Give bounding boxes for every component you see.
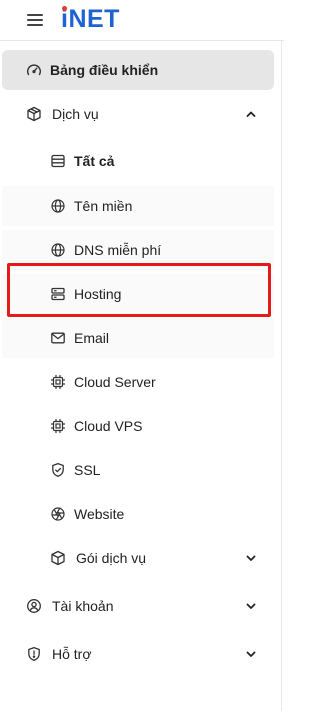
sidebar-item-label: Cloud Server [74, 374, 156, 390]
sidebar-item-label: Gói dịch vụ [76, 550, 147, 566]
aperture-icon [50, 506, 66, 522]
sidebar-item-label: Tên miền [74, 198, 133, 214]
chevron-down-icon[interactable] [244, 647, 258, 661]
sidebar-item-label: Hỗ trợ [52, 646, 92, 662]
user-circle-icon [26, 598, 42, 614]
sidebar-item-label: Tất cả [74, 153, 115, 169]
sidebar-subitem-cloud-vps[interactable]: Cloud VPS [2, 406, 274, 446]
logo-text: iNET [61, 4, 120, 33]
globe-icon [50, 198, 66, 214]
sidebar-item-dashboard[interactable]: Bảng điều khiển [2, 50, 274, 90]
sidebar-item-services[interactable]: Dịch vụ [2, 94, 274, 134]
logo-dot [62, 6, 67, 11]
header: iNET [0, 0, 284, 40]
globe-icon [50, 242, 66, 258]
sidebar-item-label: Bảng điều khiển [50, 62, 159, 78]
shield-alert-icon [26, 646, 42, 662]
sidebar-item-label: DNS miễn phí [74, 242, 162, 258]
sidebar-subitem-ssl[interactable]: SSL [2, 450, 274, 490]
hosting-highlight-box [7, 263, 271, 317]
cpu-icon [50, 418, 66, 434]
sidebar-item-account[interactable]: Tài khoản [2, 586, 274, 626]
header-divider [0, 40, 284, 41]
sidebar-subitem-email[interactable]: Email [2, 318, 274, 358]
hamburger-menu-icon[interactable] [27, 14, 43, 26]
sidebar-item-support[interactable]: Hỗ trợ [2, 634, 274, 674]
sidebar-subitem-domain[interactable]: Tên miền [2, 186, 274, 226]
box-icon [50, 550, 66, 566]
mail-icon [50, 330, 66, 346]
chevron-down-icon[interactable] [244, 599, 258, 613]
sidebar-item-label: Website [74, 506, 125, 522]
sidebar-subitem-cloud-server[interactable]: Cloud Server [2, 362, 274, 402]
box-icon [26, 106, 42, 122]
sidebar-subitem-website[interactable]: Website [2, 494, 274, 534]
sidebar-item-label: Dịch vụ [52, 106, 99, 122]
sidebar-item-label: Cloud VPS [74, 418, 143, 434]
sidebar-item-label: Email [74, 330, 110, 346]
sidebar-subitem-all[interactable]: Tất cả [2, 141, 274, 181]
sidebar-item-label: Tài khoản [52, 598, 114, 614]
chevron-down-icon[interactable] [244, 551, 258, 565]
table-icon [50, 153, 66, 169]
shield-icon [50, 462, 66, 478]
chevron-up-icon[interactable] [244, 107, 258, 121]
sidebar-subitem-service-packages[interactable]: Gói dịch vụ [2, 538, 274, 578]
sidebar-item-label: SSL [74, 462, 101, 478]
inet-logo[interactable]: iNET [61, 4, 120, 34]
gauge-icon [26, 62, 42, 78]
sidebar-right-border [281, 40, 282, 711]
cpu-icon [50, 374, 66, 390]
